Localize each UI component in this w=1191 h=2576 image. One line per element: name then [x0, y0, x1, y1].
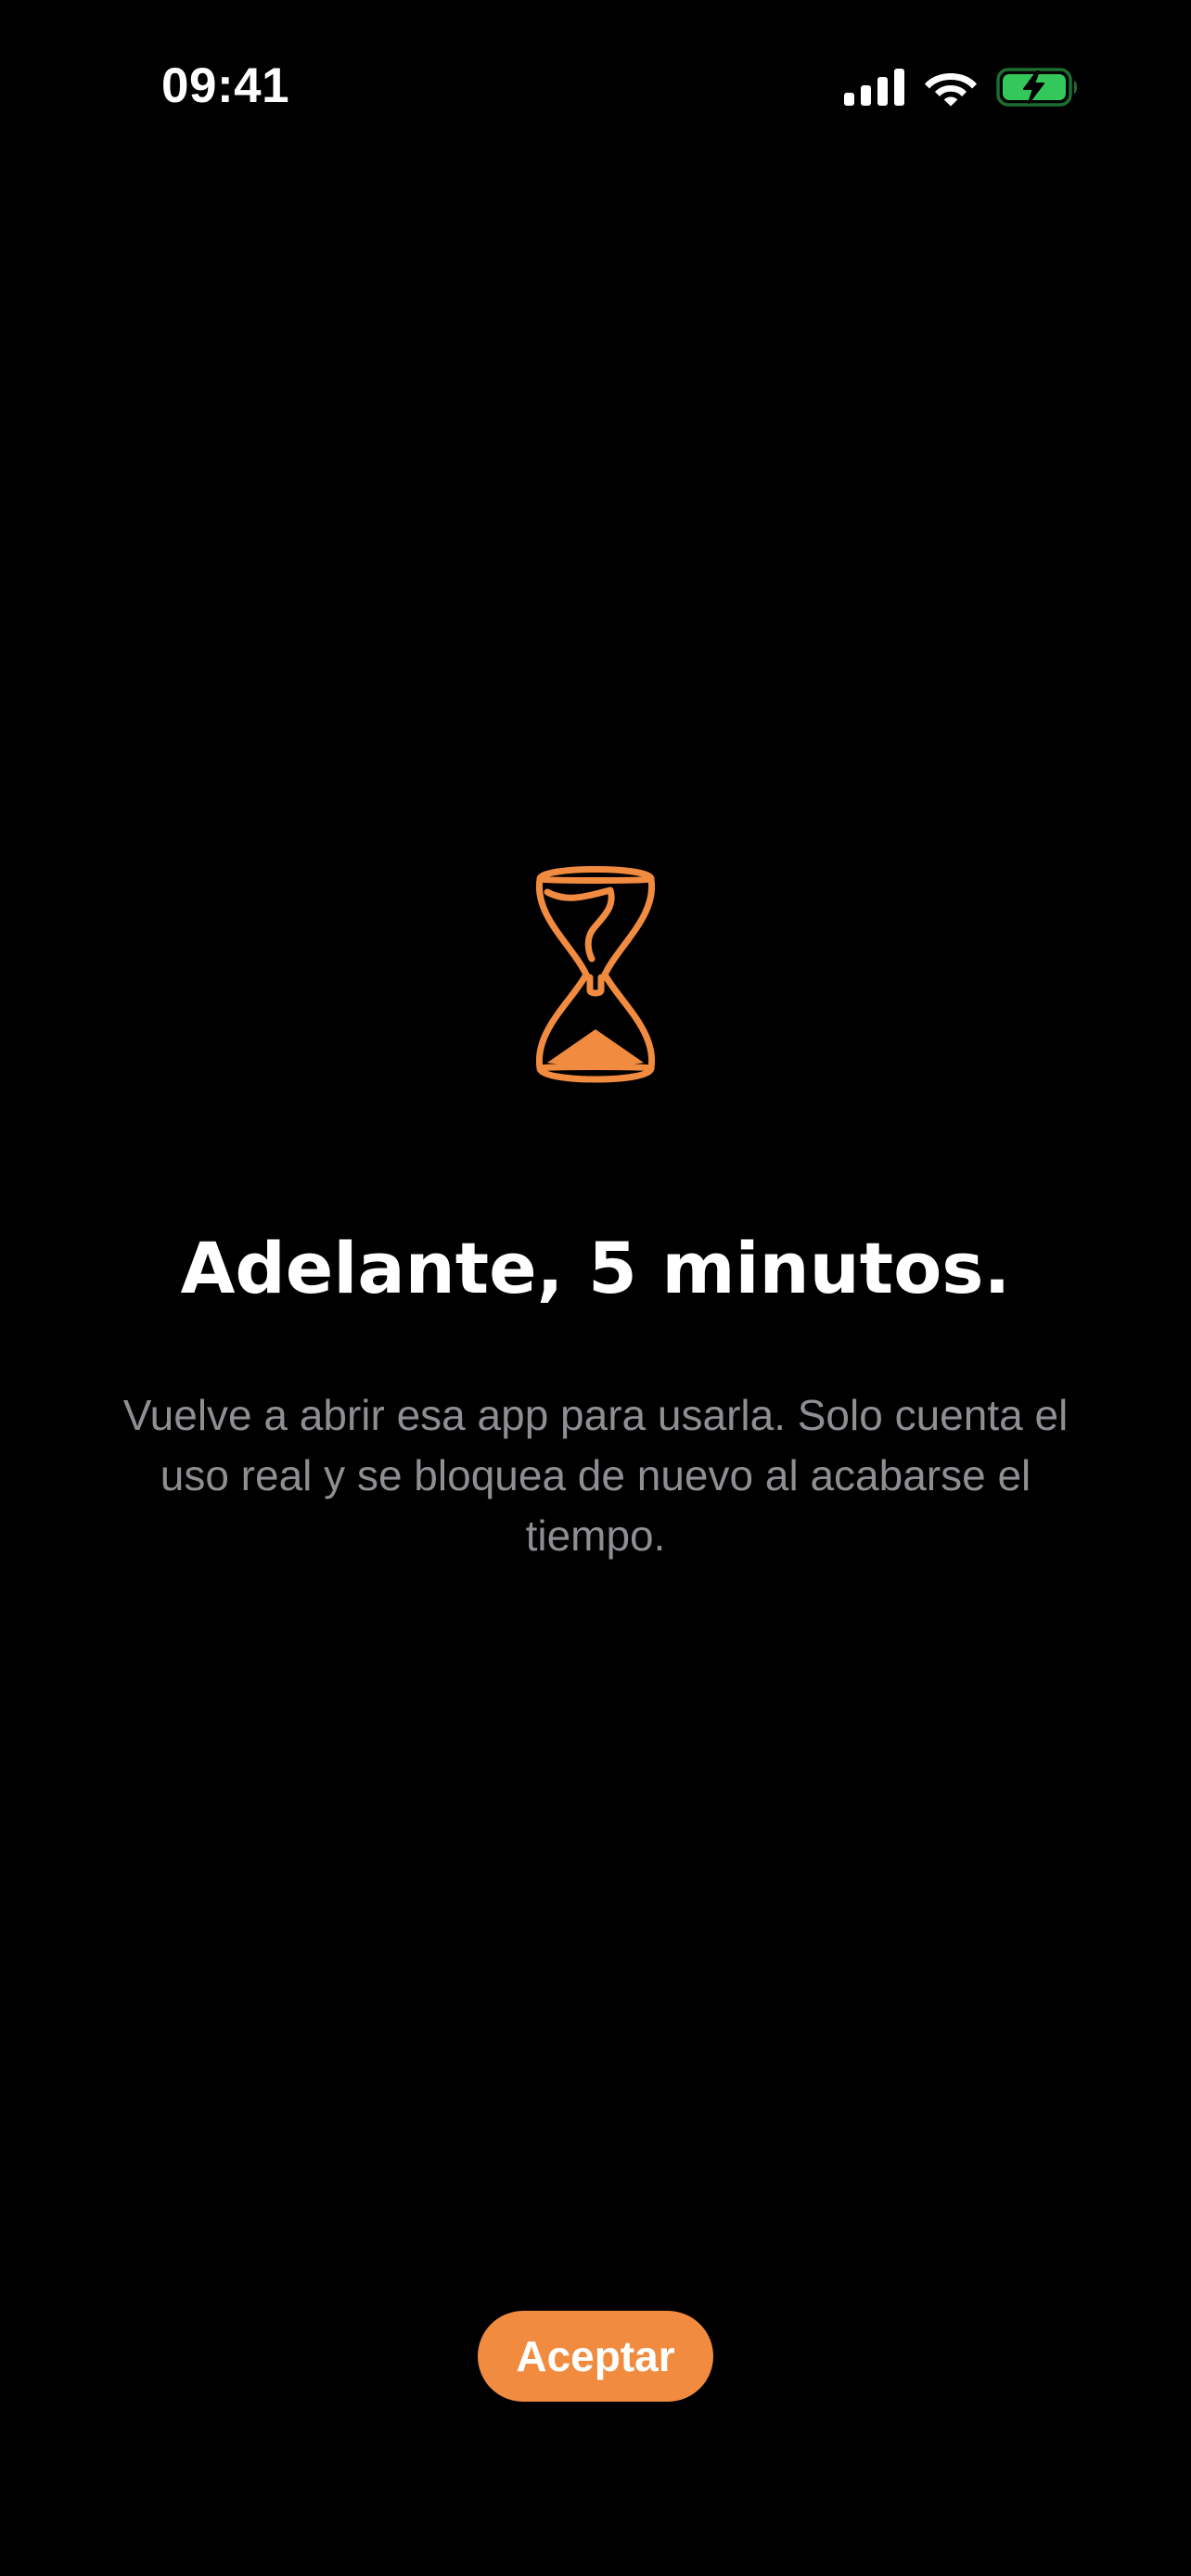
description-text: Vuelve a abrir esa app para usarla. Solo… [122, 1391, 1069, 1560]
page-title: Adelante, 5 minutos. [180, 1227, 1011, 1309]
accept-button[interactable]: Aceptar [478, 2311, 713, 2402]
wifi-icon [924, 68, 978, 107]
hourglass-icon [531, 862, 660, 1087]
battery-charging-icon [996, 67, 1080, 108]
status-icons [844, 63, 1080, 111]
status-time: 09:41 [161, 58, 290, 113]
status-bar: 09:41 [0, 0, 1191, 176]
cellular-signal-icon [844, 69, 905, 106]
